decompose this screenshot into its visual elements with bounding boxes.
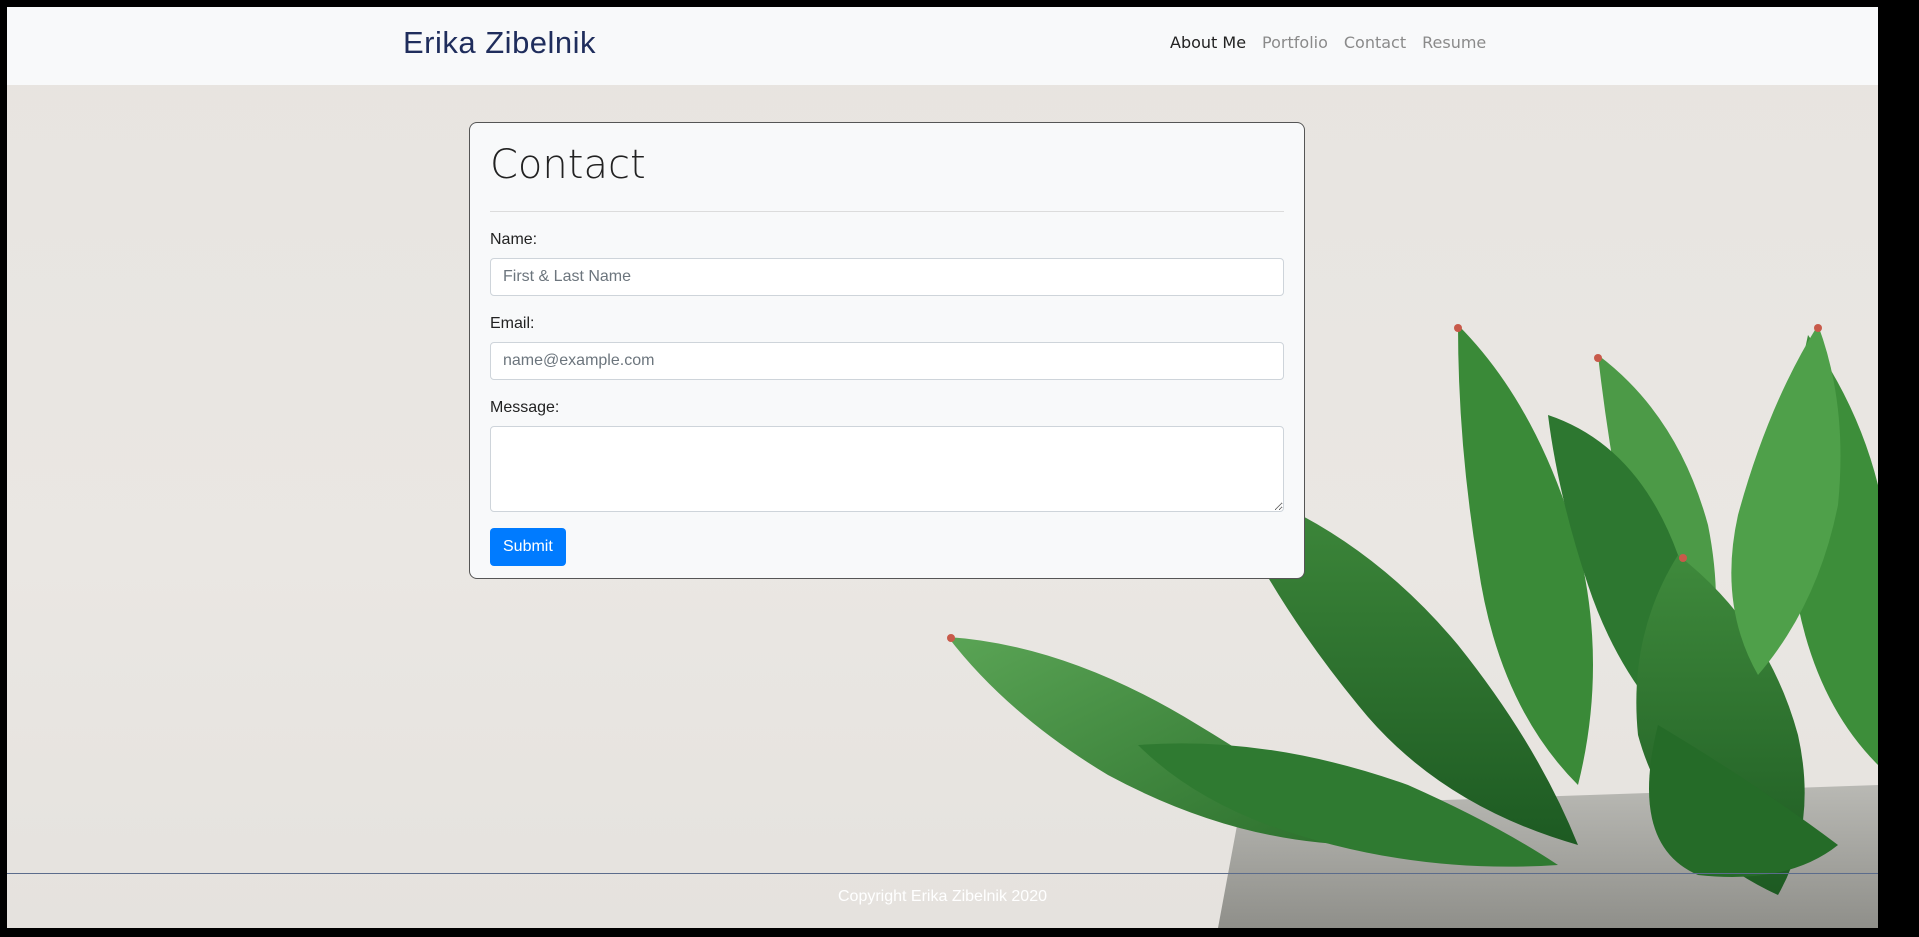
footer-copyright: Copyright Erika Zibelnik 2020 bbox=[838, 888, 1047, 905]
contact-title: Contact bbox=[490, 142, 646, 188]
contact-card: Contact Name: Email: Message: Submit bbox=[469, 122, 1305, 579]
browser-viewport: Erika Zibelnik About Me Portfolio Contac… bbox=[7, 7, 1878, 928]
nav-about-me-link[interactable]: About Me bbox=[1170, 33, 1246, 52]
footer-divider bbox=[7, 873, 1878, 874]
nav-resume-link[interactable]: Resume bbox=[1422, 33, 1486, 52]
name-label: Name: bbox=[490, 231, 538, 248]
contact-form: Name: Email: Message: Submit bbox=[490, 231, 1284, 566]
nav-portfolio-link[interactable]: Portfolio bbox=[1262, 33, 1328, 52]
name-input[interactable] bbox=[490, 258, 1284, 296]
title-divider bbox=[490, 211, 1284, 212]
brand-logo-text[interactable]: Erika Zibelnik bbox=[403, 25, 596, 61]
email-label: Email: bbox=[490, 315, 535, 332]
nav-contact-link[interactable]: Contact bbox=[1344, 33, 1406, 52]
message-textarea[interactable] bbox=[490, 426, 1284, 512]
top-navbar: Erika Zibelnik About Me Portfolio Contac… bbox=[7, 7, 1878, 85]
nav-links: About Me Portfolio Contact Resume bbox=[1170, 33, 1486, 52]
message-label: Message: bbox=[490, 399, 560, 416]
email-input[interactable] bbox=[490, 342, 1284, 380]
submit-button[interactable]: Submit bbox=[490, 528, 566, 566]
